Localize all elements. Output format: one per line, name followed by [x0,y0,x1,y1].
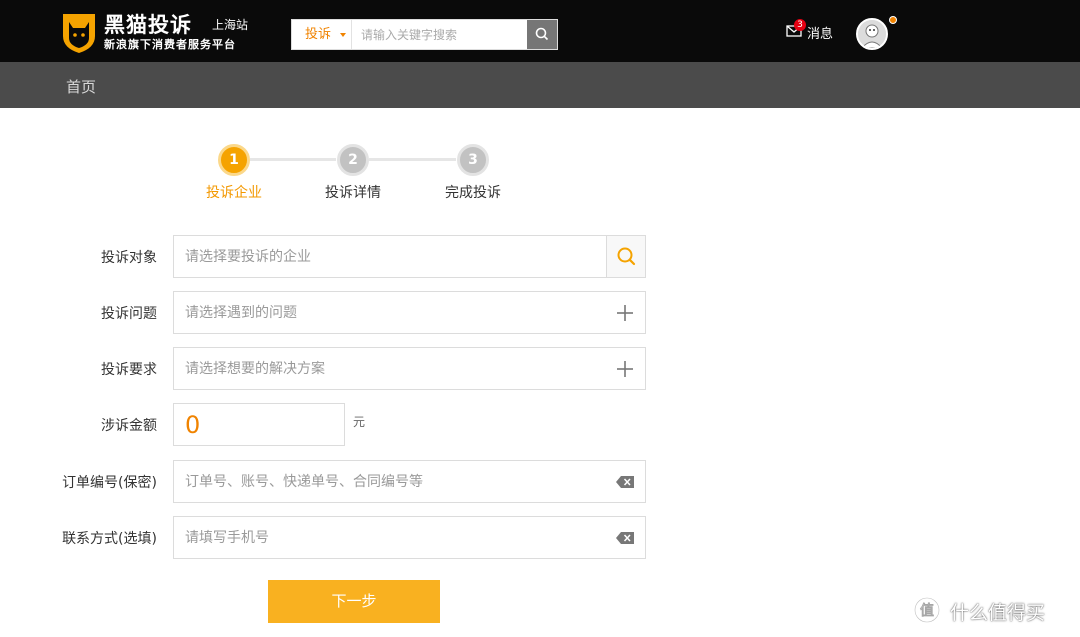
search-button[interactable] [527,20,557,49]
watermark-logo-icon: 值 [913,596,941,624]
search-type-select[interactable]: 投诉 [292,20,352,49]
amount-unit: 元 [353,415,366,429]
amount-label: 涉诉金额 [101,418,157,434]
issue-label: 投诉问题 [101,306,157,322]
message-count-badge: 3 [794,19,806,31]
search-input[interactable] [353,20,528,49]
next-step-button[interactable]: 下一步 [268,580,440,623]
nav-bar: 首页 [0,62,1080,108]
form-row-amount: 涉诉金额 元 [0,403,1080,447]
contact-label: 联系方式(选填) [62,531,157,547]
target-search-button[interactable] [606,236,645,277]
step-number: 3 [457,144,489,176]
messages-link[interactable]: 3 消息 [786,19,846,42]
amount-field [173,403,345,446]
form-row-issue: 投诉问题 [0,291,1080,335]
issue-input[interactable] [174,292,594,333]
search-icon [535,27,549,41]
order-field [173,460,646,503]
step-1: 1 投诉企业 [194,142,274,202]
issue-field [173,291,646,334]
contact-input[interactable] [174,517,594,558]
amount-input[interactable] [174,404,344,445]
order-input[interactable] [174,461,594,502]
target-label: 投诉对象 [101,250,157,266]
step-number: 1 [218,144,250,176]
search-type-label: 投诉 [305,27,332,42]
notification-dot [889,16,897,24]
demand-label: 投诉要求 [101,362,157,378]
brand-subtitle: 新浪旗下消费者服务平台 [104,38,236,51]
step-2: 2 投诉详情 [313,142,393,202]
plus-icon[interactable] [615,359,635,379]
form-row-target: 投诉对象 [0,235,1080,279]
form-row-contact: 联系方式(选填) [0,516,1080,560]
demand-input[interactable] [174,348,594,389]
clear-input-icon[interactable] [615,472,635,492]
demand-field [173,347,646,390]
search-icon [617,247,636,266]
step-label: 投诉详情 [325,185,381,201]
svg-text:值: 值 [920,602,934,619]
order-label: 订单编号(保密) [62,475,157,491]
station-label[interactable]: 上海站 [212,16,248,33]
form-row-order: 订单编号(保密) [0,460,1080,504]
watermark: 值 什么值得买 [912,595,1072,627]
step-label: 完成投诉 [445,185,501,201]
avatar-image-icon [858,20,886,48]
caret-down-icon [340,33,346,37]
nav-home-link[interactable]: 首页 [66,76,96,97]
target-field [173,235,646,278]
top-bar: 黑猫投诉 新浪旗下消费者服务平台 上海站 投诉 3 消息 [0,0,1080,62]
brand-title: 黑猫投诉 [104,13,192,37]
search-bar: 投诉 [291,19,558,50]
progress-stepper: 1 投诉企业 2 投诉详情 3 完成投诉 [0,142,1080,202]
watermark-text: 什么值得买 [950,602,1046,624]
step-number: 2 [337,144,369,176]
user-avatar[interactable] [856,18,888,50]
plus-icon[interactable] [615,303,635,323]
target-input[interactable] [174,236,594,277]
step-3: 3 完成投诉 [433,142,513,202]
clear-input-icon[interactable] [615,528,635,548]
black-cat-logo-icon [63,14,95,53]
contact-field [173,516,646,559]
step-label: 投诉企业 [206,185,262,201]
form-row-demand: 投诉要求 [0,347,1080,391]
messages-label: 消息 [807,27,834,42]
